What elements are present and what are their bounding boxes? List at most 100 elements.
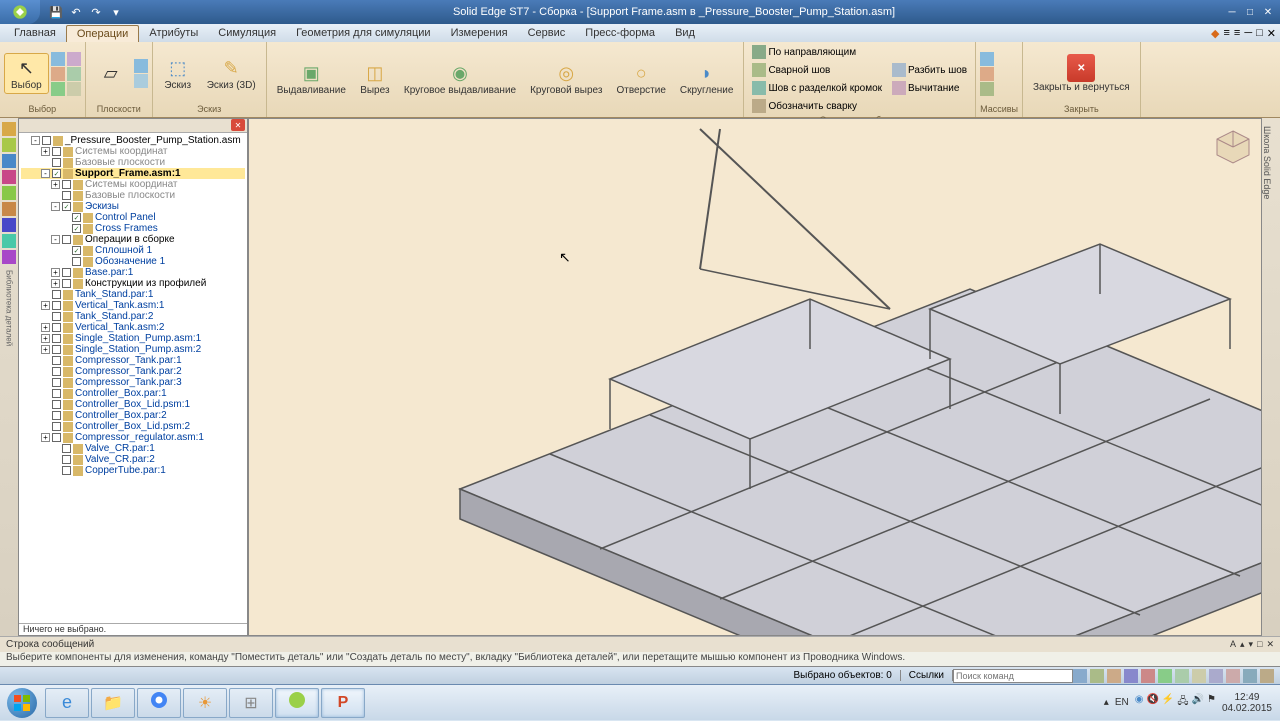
tree-expander[interactable]: + (51, 268, 60, 277)
tree-item[interactable]: CopperTube.par:1 (21, 465, 245, 476)
tab-attributes[interactable]: Атрибуты (139, 25, 208, 41)
tree-item[interactable]: Compressor_Tank.par:1 (21, 355, 245, 366)
app-menu-button[interactable] (0, 0, 40, 24)
tree-item[interactable]: Controller_Box.par:1 (21, 388, 245, 399)
tree-item[interactable]: +Single_Station_Pump.asm:1 (21, 333, 245, 344)
tree-checkbox[interactable] (52, 345, 61, 354)
msg-icon2[interactable]: ▴ (1240, 639, 1245, 650)
3d-viewport[interactable]: ↖ (248, 118, 1262, 636)
close-button[interactable]: ✕ (1260, 5, 1276, 19)
tree-item[interactable]: ✓Control Panel (21, 212, 245, 223)
start-button[interactable] (0, 685, 44, 721)
subtract-button[interactable]: Вычитание (888, 80, 971, 96)
msg-icon5[interactable]: ✕ (1266, 639, 1274, 650)
print-icon[interactable]: ▾ (108, 4, 124, 20)
lib-icon9[interactable] (2, 250, 16, 264)
revolve-button[interactable]: ◉Круговое выдавливание (398, 59, 522, 98)
tree-item[interactable]: +Системы координат (21, 179, 245, 190)
tree-checkbox[interactable] (52, 422, 61, 431)
msg-icon3[interactable]: ▾ (1248, 639, 1253, 650)
select-button[interactable]: ↖ Выбор (4, 53, 49, 94)
tree-checkbox[interactable]: ✓ (62, 202, 71, 211)
tree-checkbox[interactable] (62, 268, 71, 277)
tree-checkbox[interactable] (52, 334, 61, 343)
tree-item[interactable]: +Vertical_Tank.asm:1 (21, 300, 245, 311)
lib-icon4[interactable] (2, 170, 16, 184)
weld-groove-button[interactable]: Шов с разделкой кромок (748, 80, 886, 96)
tree-item[interactable]: Базовые плоскости (21, 190, 245, 201)
tree-item[interactable]: +Системы координат (21, 146, 245, 157)
lang-indicator[interactable]: EN (1115, 697, 1129, 708)
plane-button[interactable]: ▱ (90, 60, 132, 88)
minimize-button[interactable]: ─ (1224, 5, 1240, 19)
sketch3d-button[interactable]: ✎Эскиз (3D) (201, 54, 262, 93)
split-seam-button[interactable]: Разбить шов (888, 62, 971, 78)
tree-checkbox[interactable] (52, 290, 61, 299)
tree-checkbox[interactable]: ✓ (72, 213, 81, 222)
task-app2[interactable]: ⊞ (229, 688, 273, 718)
tree-checkbox[interactable] (52, 356, 61, 365)
tree-expander[interactable]: + (51, 180, 60, 189)
tree-checkbox[interactable] (52, 411, 61, 420)
tree-checkbox[interactable] (52, 158, 61, 167)
tree-expander[interactable]: - (31, 136, 40, 145)
view-icon10[interactable] (1226, 669, 1240, 683)
save-icon[interactable]: 💾 (48, 4, 64, 20)
tree-item[interactable]: -Операции в сборке (21, 234, 245, 245)
pattern-icon1[interactable] (980, 52, 994, 66)
clock[interactable]: 12:49 04.02.2015 (1222, 692, 1272, 714)
tree-item[interactable]: +Конструкции из профилей (21, 278, 245, 289)
view-icon8[interactable] (1192, 669, 1206, 683)
tree-item[interactable]: Valve_CR.par:1 (21, 443, 245, 454)
pattern-icon2[interactable] (980, 67, 994, 81)
view-icon1[interactable] (1073, 669, 1087, 683)
tree-item[interactable]: Compressor_Tank.par:3 (21, 377, 245, 388)
tree-item[interactable]: Compressor_Tank.par:2 (21, 366, 245, 377)
icon4[interactable] (67, 52, 81, 66)
tree-close-icon[interactable]: ✕ (231, 119, 245, 131)
tree-checkbox[interactable] (62, 235, 71, 244)
tree-item[interactable]: Tank_Stand.par:1 (21, 289, 245, 300)
tree-checkbox[interactable]: ✓ (72, 224, 81, 233)
tree-expander[interactable]: + (51, 279, 60, 288)
tree-item[interactable]: Tank_Stand.par:2 (21, 311, 245, 322)
tree-checkbox[interactable] (52, 400, 61, 409)
tree-item[interactable]: ✓Сплошной 1 (21, 245, 245, 256)
p-icon1[interactable] (134, 59, 148, 73)
tray-icon1[interactable]: ◉ (1135, 694, 1144, 711)
tree-item[interactable]: Базовые плоскости (21, 157, 245, 168)
cut-button[interactable]: ◫Вырез (354, 59, 396, 98)
p-icon2[interactable] (134, 74, 148, 88)
fillet-button[interactable]: ◗Скругление (674, 59, 740, 98)
view-icon9[interactable] (1209, 669, 1223, 683)
undo-icon[interactable]: ↶ (68, 4, 84, 20)
view-icon2[interactable] (1090, 669, 1104, 683)
lib-icon5[interactable] (2, 186, 16, 200)
tree-expander[interactable]: + (41, 323, 50, 332)
tray-up-icon[interactable]: ▴ (1104, 697, 1109, 708)
pattern-icon3[interactable] (980, 82, 994, 96)
tree-item[interactable]: Controller_Box_Lid.psm:1 (21, 399, 245, 410)
menu-icon[interactable]: ≡ (1223, 27, 1229, 39)
weld-label-button[interactable]: Обозначить сварку (748, 98, 886, 114)
close-return-button[interactable]: ✕ Закрыть и вернуться (1027, 52, 1136, 95)
task-powerpoint[interactable]: P (321, 688, 365, 718)
tree-checkbox[interactable] (62, 180, 71, 189)
tree-expander[interactable]: + (41, 433, 50, 442)
close-child[interactable]: ✕ (1267, 27, 1276, 40)
view-icon3[interactable] (1107, 669, 1121, 683)
tree-checkbox[interactable] (72, 257, 81, 266)
tree-item[interactable]: Valve_CR.par:2 (21, 454, 245, 465)
tree-item[interactable]: Controller_Box.par:2 (21, 410, 245, 421)
view-icon11[interactable] (1243, 669, 1257, 683)
lib-icon6[interactable] (2, 202, 16, 216)
task-app1[interactable]: ☀ (183, 688, 227, 718)
tray-icon2[interactable]: 🔇 (1146, 694, 1158, 711)
tab-measure[interactable]: Измерения (441, 25, 518, 41)
hole-button[interactable]: ○Отверстие (610, 59, 671, 98)
tray-icon3[interactable]: ⚡ (1162, 694, 1174, 711)
icon3[interactable] (51, 82, 65, 96)
view-icon7[interactable] (1175, 669, 1189, 683)
tray-icon4[interactable]: 🖧 (1177, 694, 1188, 711)
tree-checkbox[interactable] (62, 444, 71, 453)
